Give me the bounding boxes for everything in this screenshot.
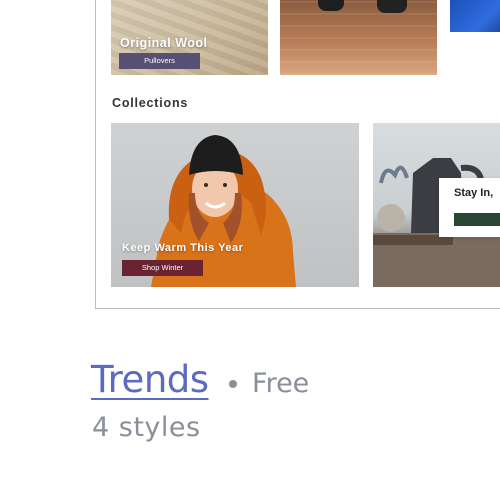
- boots-image: [318, 0, 344, 11]
- popup-button[interactable]: [454, 213, 500, 226]
- beanie: [189, 135, 243, 175]
- boots-card[interactable]: [280, 0, 437, 75]
- popup-title: Stay In,: [454, 187, 494, 199]
- original-wool-card[interactable]: Original Wool Pullovers: [111, 0, 268, 75]
- pullovers-button[interactable]: Pullovers: [119, 53, 200, 69]
- stay-in-popup: Stay In,: [439, 178, 500, 237]
- shop-winter-button[interactable]: Shop Winter: [122, 260, 203, 276]
- cup: [377, 204, 405, 232]
- separator-dot: [229, 380, 237, 388]
- blue-jacket-card[interactable]: [450, 0, 500, 32]
- left-eye: [204, 183, 208, 187]
- boots-image-right: [377, 0, 407, 13]
- theme-styles-count: 4 styles: [92, 412, 201, 443]
- theme-preview-frame[interactable]: Original Wool Pullovers Collections Keep…: [95, 0, 500, 309]
- theme-price: Free: [252, 368, 310, 399]
- keep-warm-title: Keep Warm This Year: [122, 242, 244, 254]
- right-eye: [223, 183, 227, 187]
- keep-warm-card[interactable]: Keep Warm This Year Shop Winter: [111, 123, 359, 287]
- theme-name-link[interactable]: Trends: [91, 356, 209, 404]
- original-wool-title: Original Wool: [120, 36, 208, 50]
- collections-heading: Collections: [112, 96, 189, 110]
- plant: [379, 165, 409, 184]
